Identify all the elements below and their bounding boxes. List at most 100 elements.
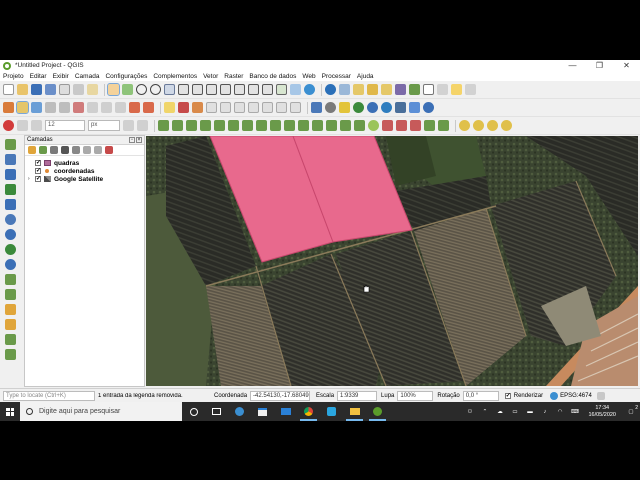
qgis-taskbar-icon[interactable] — [366, 402, 389, 421]
rotation-field[interactable]: 0,0 ° — [462, 390, 499, 401]
help-icon[interactable] — [409, 102, 420, 113]
scale-field[interactable]: 1:9339 — [337, 390, 378, 401]
style-manager-icon[interactable] — [87, 84, 98, 95]
close-button[interactable]: ✕ — [613, 60, 640, 71]
filter-expression-icon[interactable] — [72, 146, 80, 154]
menu-camada[interactable]: Camada — [75, 73, 100, 80]
crs-label[interactable]: EPSG:4674 — [560, 393, 592, 399]
collapse-all-icon[interactable] — [94, 146, 102, 154]
menu-vetor[interactable]: Vetor — [203, 73, 218, 80]
new-print-layout-icon[interactable] — [59, 84, 70, 95]
onedrive-icon[interactable]: ☁ — [495, 408, 504, 415]
plugin-d-icon[interactable] — [501, 120, 512, 131]
volume-icon[interactable]: ♪ — [540, 408, 549, 415]
menu-web[interactable]: Web — [302, 73, 315, 80]
attribute-table-icon[interactable] — [381, 84, 392, 95]
add-virtual-layer-icon[interactable] — [5, 259, 16, 270]
new-shapefile-icon[interactable] — [5, 319, 16, 330]
layer-row-quadras[interactable]: ✓ quadras — [25, 159, 144, 167]
menu-editar[interactable]: Editar — [30, 73, 47, 80]
move-label-icon[interactable] — [206, 102, 217, 113]
add-ring-icon[interactable] — [200, 120, 211, 131]
wifi-icon[interactable]: ◠ — [555, 408, 564, 415]
label-properties-icon[interactable] — [262, 102, 273, 113]
select-by-value-icon[interactable] — [353, 84, 364, 95]
task-view-icon[interactable] — [205, 402, 228, 421]
show-hidden-icon[interactable]: ⌃ — [480, 408, 489, 415]
menu-processar[interactable]: Processar — [322, 73, 351, 80]
skype-icon[interactable] — [320, 402, 343, 421]
add-csv-icon[interactable] — [339, 102, 350, 113]
clock[interactable]: 17:34 16/05/2020 — [588, 405, 616, 418]
add-mssql-icon[interactable] — [5, 229, 16, 240]
snap-options-icon[interactable] — [17, 120, 28, 131]
snapping-icon[interactable] — [3, 120, 14, 131]
diagram-options-icon[interactable] — [248, 102, 259, 113]
render-checkbox[interactable]: ✓ — [504, 392, 511, 399]
keyboard-icon[interactable]: ⌨ — [570, 408, 579, 415]
delete-ring-icon[interactable] — [242, 120, 253, 131]
rectangle-tool-icon[interactable] — [438, 120, 449, 131]
fill-ring-icon[interactable] — [228, 120, 239, 131]
cortana-icon[interactable] — [182, 402, 205, 421]
menu-banco-de-dados[interactable]: Banco de dados — [249, 73, 296, 80]
explorer-icon[interactable] — [343, 402, 366, 421]
add-spatialite-icon[interactable] — [5, 199, 16, 210]
open-layer-styling-icon[interactable] — [28, 146, 36, 154]
zoom-full-icon[interactable] — [178, 84, 189, 95]
delete-selected-icon[interactable] — [73, 102, 84, 113]
store-icon[interactable] — [251, 402, 274, 421]
add-raster-icon[interactable] — [5, 154, 16, 165]
save-as-icon[interactable] — [45, 84, 56, 95]
taskbar-search[interactable]: Digite aqui para pesquisar — [20, 402, 182, 421]
crs-globe-icon[interactable] — [550, 391, 559, 400]
zoom-out-icon[interactable] — [150, 84, 161, 95]
open-project-icon[interactable] — [17, 84, 28, 95]
add-postgis-icon[interactable] — [5, 214, 16, 225]
unit-select[interactable]: px — [88, 120, 120, 131]
layer-checkbox[interactable]: ✓ — [35, 176, 41, 182]
highlight-pinned-icon[interactable] — [276, 102, 287, 113]
add-wcs-icon[interactable] — [381, 102, 392, 113]
add-wfs-icon[interactable] — [367, 102, 378, 113]
add-wms-left-icon[interactable] — [5, 274, 16, 285]
zoom-selection-icon[interactable] — [192, 84, 203, 95]
temporal-controller-icon[interactable] — [290, 84, 301, 95]
zoom-in-icon[interactable] — [136, 84, 147, 95]
plugin-a-icon[interactable] — [459, 120, 470, 131]
layer-row-google-satellite[interactable]: › ✓ Google Satellite — [25, 175, 144, 183]
layer-checkbox[interactable]: ✓ — [35, 160, 41, 166]
action-center-icon[interactable]: ▢ 2 — [625, 405, 638, 415]
reshape-features-icon[interactable] — [270, 120, 281, 131]
merge-attributes-icon[interactable] — [340, 120, 351, 131]
pan-hand-icon[interactable] — [107, 83, 120, 96]
add-arcgis-icon[interactable] — [5, 289, 16, 300]
select-features-icon[interactable] — [339, 84, 350, 95]
topological-editing-icon[interactable] — [123, 120, 134, 131]
layer-checkbox[interactable]: ✓ — [35, 168, 41, 174]
save-project-icon[interactable] — [31, 84, 42, 95]
rotate-feature-icon[interactable] — [172, 120, 183, 131]
snap-type-icon[interactable] — [31, 120, 42, 131]
add-mesh-icon[interactable] — [5, 169, 16, 180]
float-panel-icon[interactable]: ▫ — [129, 137, 135, 143]
map-canvas[interactable] — [146, 136, 638, 386]
plugin-c-icon[interactable] — [487, 120, 498, 131]
add-database-icon[interactable] — [325, 102, 336, 113]
minimize-button[interactable]: — — [559, 60, 586, 71]
zoom-rubber-band-icon[interactable] — [164, 84, 175, 95]
chrome-icon[interactable] — [297, 402, 320, 421]
manage-visibility-icon[interactable] — [50, 146, 58, 154]
circle-tool-icon[interactable] — [424, 120, 435, 131]
cut-features-icon[interactable] — [87, 102, 98, 113]
digitize-point-icon[interactable] — [45, 102, 56, 113]
menu-exibir[interactable]: Exibir — [53, 73, 69, 80]
add-group-icon[interactable] — [39, 146, 47, 154]
deselect-icon[interactable] — [367, 84, 378, 95]
menu-raster[interactable]: Raster — [224, 73, 243, 80]
people-icon[interactable]: ⚇ — [465, 408, 474, 415]
show-hide-labels-icon[interactable] — [192, 102, 203, 113]
paste-features-icon[interactable] — [115, 102, 126, 113]
simplify-feature-icon[interactable] — [186, 120, 197, 131]
toggle-editing-pencil-icon[interactable] — [16, 101, 29, 114]
